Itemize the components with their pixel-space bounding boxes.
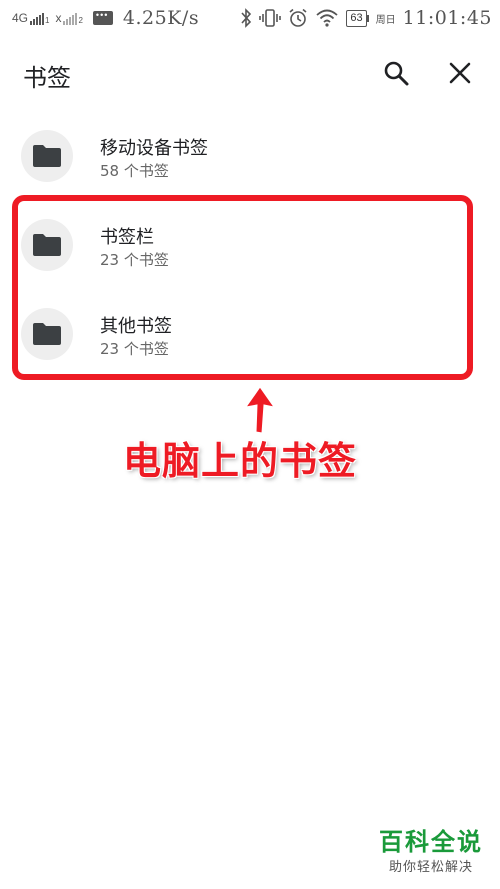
watermark-title: 百科全说 bbox=[379, 828, 483, 856]
annotation-highlight-box bbox=[12, 195, 473, 380]
weekday-label: 周日 bbox=[375, 14, 396, 26]
page-title: 书签 bbox=[23, 64, 71, 92]
sim-index-label: 1 bbox=[45, 16, 50, 25]
battery-icon: 63 bbox=[346, 9, 369, 27]
network-type-label: 4G bbox=[12, 11, 29, 25]
battery-level: 63 bbox=[346, 9, 367, 27]
folder-count: 58 个书签 bbox=[100, 162, 169, 180]
status-bar-right: 63 周日 11:01:45 bbox=[240, 7, 492, 29]
list-item-mobile-bookmarks[interactable]: 移动设备书签 58 个书签 bbox=[0, 120, 500, 190]
status-clock: 11:01:45 bbox=[402, 7, 492, 29]
annotation-arrow-icon bbox=[244, 386, 276, 434]
folder-icon-container bbox=[21, 130, 73, 182]
folder-icon bbox=[33, 145, 61, 167]
signal-icon-sim2: x 2 bbox=[55, 11, 83, 25]
annotation-label: 电脑上的书签 bbox=[123, 439, 358, 483]
close-button[interactable] bbox=[443, 56, 477, 90]
message-icon bbox=[92, 10, 113, 25]
watermark: 百科全说 助你轻松解决 bbox=[376, 828, 486, 875]
network-speed: 4.25K/s bbox=[122, 7, 200, 29]
search-icon bbox=[384, 61, 409, 86]
vibrate-icon bbox=[259, 8, 282, 28]
status-bar-left: 4G 1 x 2 4.25K/s bbox=[12, 7, 199, 29]
search-button[interactable] bbox=[379, 56, 413, 90]
close-icon bbox=[449, 62, 471, 84]
wifi-icon bbox=[315, 8, 339, 28]
status-bar: 4G 1 x 2 4.25K/s 63 周日 11:01:45 bbox=[0, 0, 500, 36]
sim2-index-label: 2 bbox=[78, 16, 83, 25]
app-bar: 书签 bbox=[0, 50, 500, 100]
watermark-subtitle: 助你轻松解决 bbox=[388, 860, 473, 875]
bluetooth-icon bbox=[240, 8, 252, 28]
alarm-icon bbox=[288, 8, 308, 28]
signal-icon: 4G 1 bbox=[12, 11, 49, 25]
folder-title: 移动设备书签 bbox=[100, 138, 208, 159]
network2-label: x bbox=[55, 11, 62, 25]
